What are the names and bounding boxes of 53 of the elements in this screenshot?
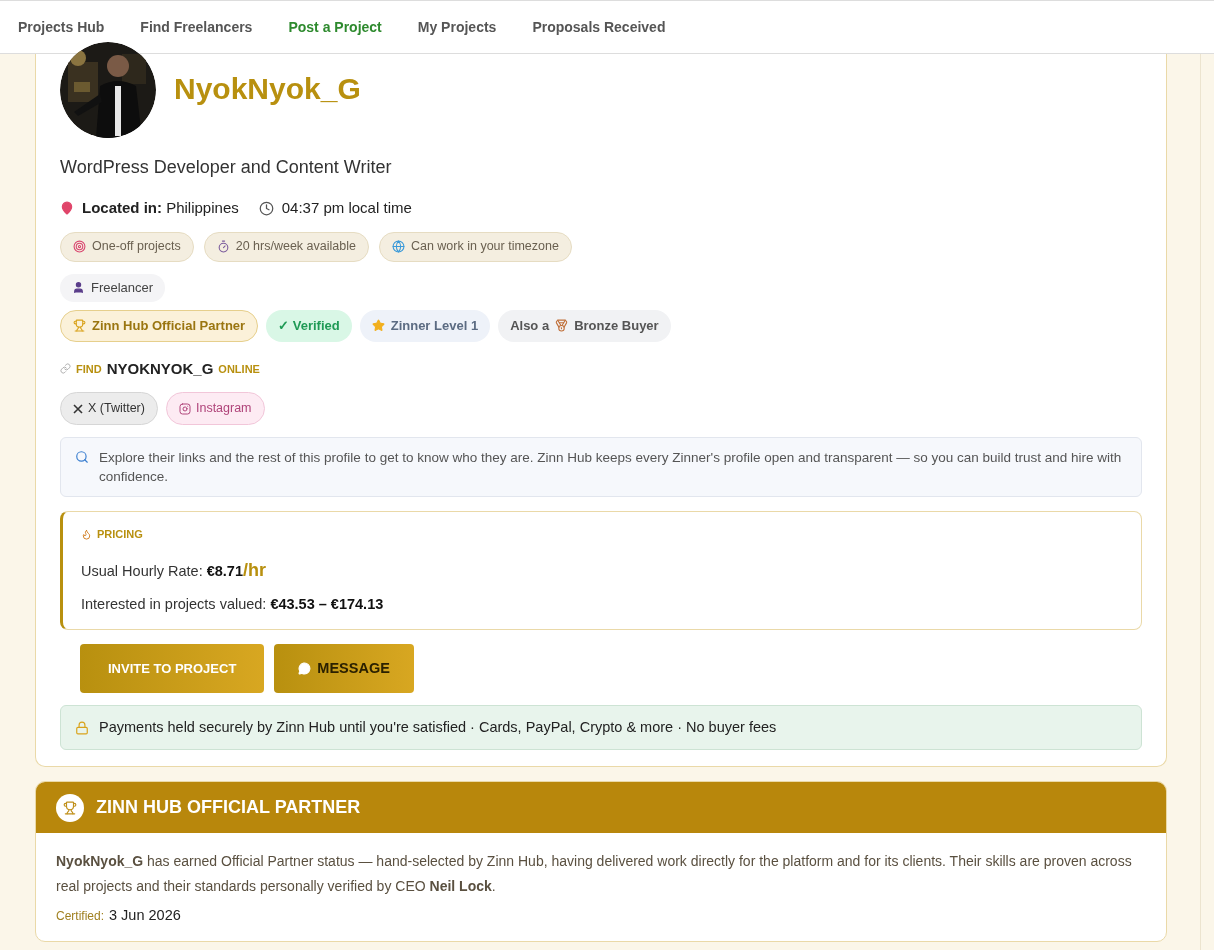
social-link[interactable]: Instagram <box>165 392 265 425</box>
stopwatch-icon <box>216 240 230 253</box>
badge-prefix: Also a <box>510 316 550 335</box>
clock-icon <box>258 200 274 216</box>
local-time: 04:37 pm local time <box>281 198 412 218</box>
search-icon <box>75 450 89 464</box>
nav-link[interactable]: Post a Project <box>288 16 382 38</box>
partner-text: NyokNyok_G has earned Official Partner status — hand-selected by Zinn Hub, having delivered work directly for the platform and for its clients. Their skills are proven across real projects and their standards personally verified by CEO Neil Lock. <box>56 852 1133 897</box>
profile-name: NyokNyok_G <box>174 71 361 107</box>
note-text: Explore their links and the rest of this profile to get to know who they are. Zinn Hub keeps every Zinner's profile open and transparent — so you can build trust and hire with confidence. <box>99 449 1123 486</box>
headline: WordPress Developer and Content Writer <box>60 156 393 179</box>
certified-date: 3 Jun 2026 <box>109 906 181 926</box>
rate-label: Usual Hourly Rate: <box>81 561 203 581</box>
location-text: Located in: Philippines <box>82 198 239 218</box>
x-logo-icon <box>73 403 83 414</box>
role-tag: Freelancer <box>60 273 166 302</box>
nav-link[interactable]: Proposals Received <box>532 16 666 38</box>
find-prefix: FIND <box>76 361 102 377</box>
partner-title: ZINN HUB OFFICIAL PARTNER <box>96 796 361 820</box>
badge-label: ✓ Verified <box>278 316 340 335</box>
nav-link[interactable]: My Projects <box>417 16 497 38</box>
target-icon <box>73 240 86 253</box>
range-value: €43.53 – €174.13 <box>270 594 384 614</box>
badge-label: Zinn Hub Official Partner <box>92 316 246 335</box>
trophy-icon <box>56 793 84 822</box>
find-name: NYOKNYOK_G <box>106 358 214 379</box>
flame-icon <box>81 528 92 540</box>
globe-icon <box>391 240 405 253</box>
star-icon <box>371 319 385 332</box>
badge-label: Zinner Level 1 <box>390 316 479 335</box>
pricing-title: PRICING <box>97 527 143 542</box>
message-button[interactable]: MESSAGE <box>274 644 414 694</box>
availability-tag: 20 hrs/week available <box>203 231 369 262</box>
nav-link[interactable]: Projects Hub <box>18 16 105 38</box>
lock-icon <box>75 720 89 735</box>
trophy-icon <box>73 319 86 332</box>
availability-tag: One-off projects <box>60 231 194 262</box>
availability-tag: Can work in your timezone <box>378 231 572 262</box>
speech-bubble-icon <box>298 662 312 676</box>
link-icon <box>60 363 71 375</box>
nav-link[interactable]: Find Freelancers <box>140 16 253 38</box>
range-label: Interested in projects valued: <box>81 594 267 614</box>
payment-text: Payments held securely by Zinn Hub until you're satisfied · Cards, PayPal, Crypto & more · No buyer fees <box>99 717 777 737</box>
social-link[interactable]: X (Twitter) <box>60 392 158 425</box>
rate-value: €8.71 <box>206 561 243 581</box>
certified-label: Certified: <box>56 908 105 926</box>
pin-icon <box>60 201 74 216</box>
find-suffix: ONLINE <box>218 361 260 377</box>
badge-label: Bronze Buyer <box>574 316 659 335</box>
rate-unit: /hr <box>243 558 266 582</box>
person-icon <box>72 281 85 294</box>
camera-icon <box>178 402 191 415</box>
medal-icon <box>555 319 569 332</box>
